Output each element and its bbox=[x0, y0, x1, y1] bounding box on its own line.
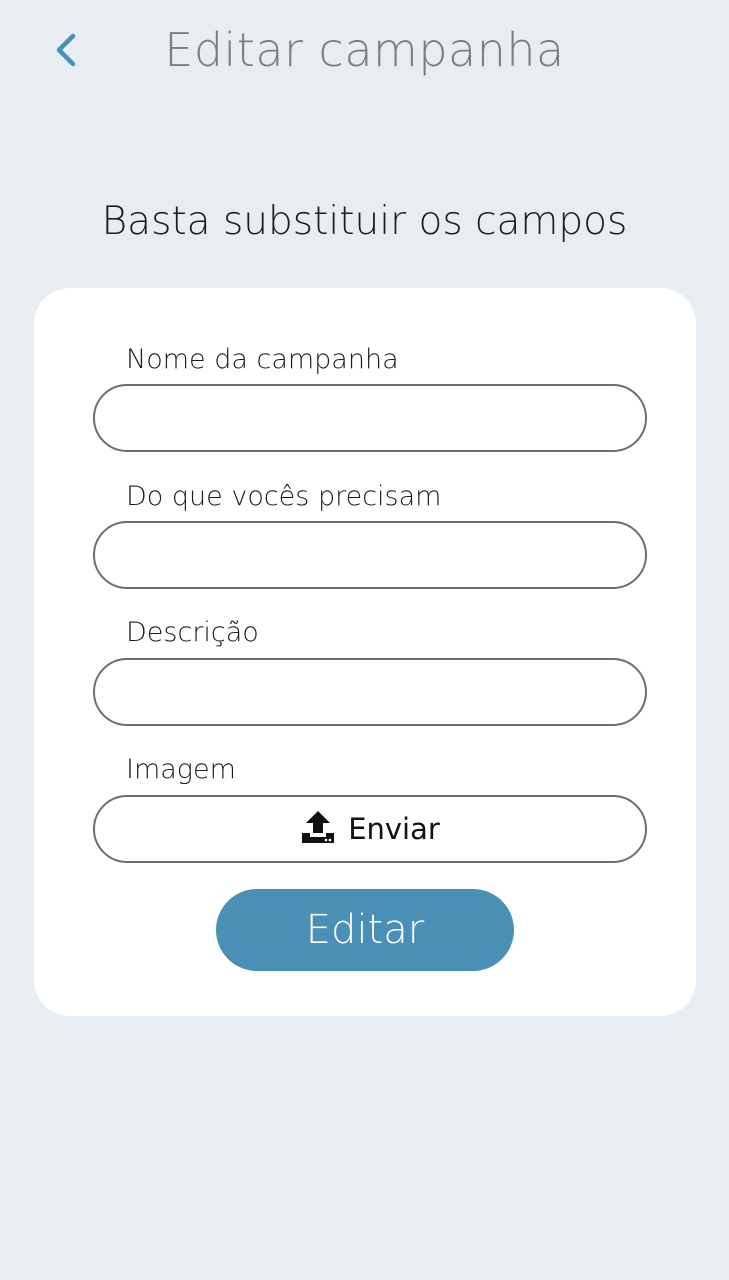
description-input[interactable] bbox=[93, 658, 647, 726]
campaign-name-label: Nome da campanha bbox=[126, 344, 399, 375]
page-subtitle: Basta substituir os campos bbox=[101, 199, 628, 244]
campaign-name-input[interactable] bbox=[93, 384, 647, 452]
needs-label: Do que vocês precisam bbox=[126, 481, 442, 512]
upload-image-button[interactable]: Enviar bbox=[93, 795, 647, 863]
upload-icon bbox=[300, 809, 336, 849]
edit-submit-button[interactable]: Editar bbox=[216, 889, 514, 971]
upload-button-label: Enviar bbox=[348, 812, 440, 846]
image-label: Imagem bbox=[126, 754, 236, 785]
page-title: Editar campanha bbox=[164, 23, 565, 77]
description-label: Descrição bbox=[126, 617, 259, 648]
form-card: Nome da campanha Do que vocês precisam D… bbox=[34, 288, 696, 1016]
needs-input[interactable] bbox=[93, 521, 647, 589]
